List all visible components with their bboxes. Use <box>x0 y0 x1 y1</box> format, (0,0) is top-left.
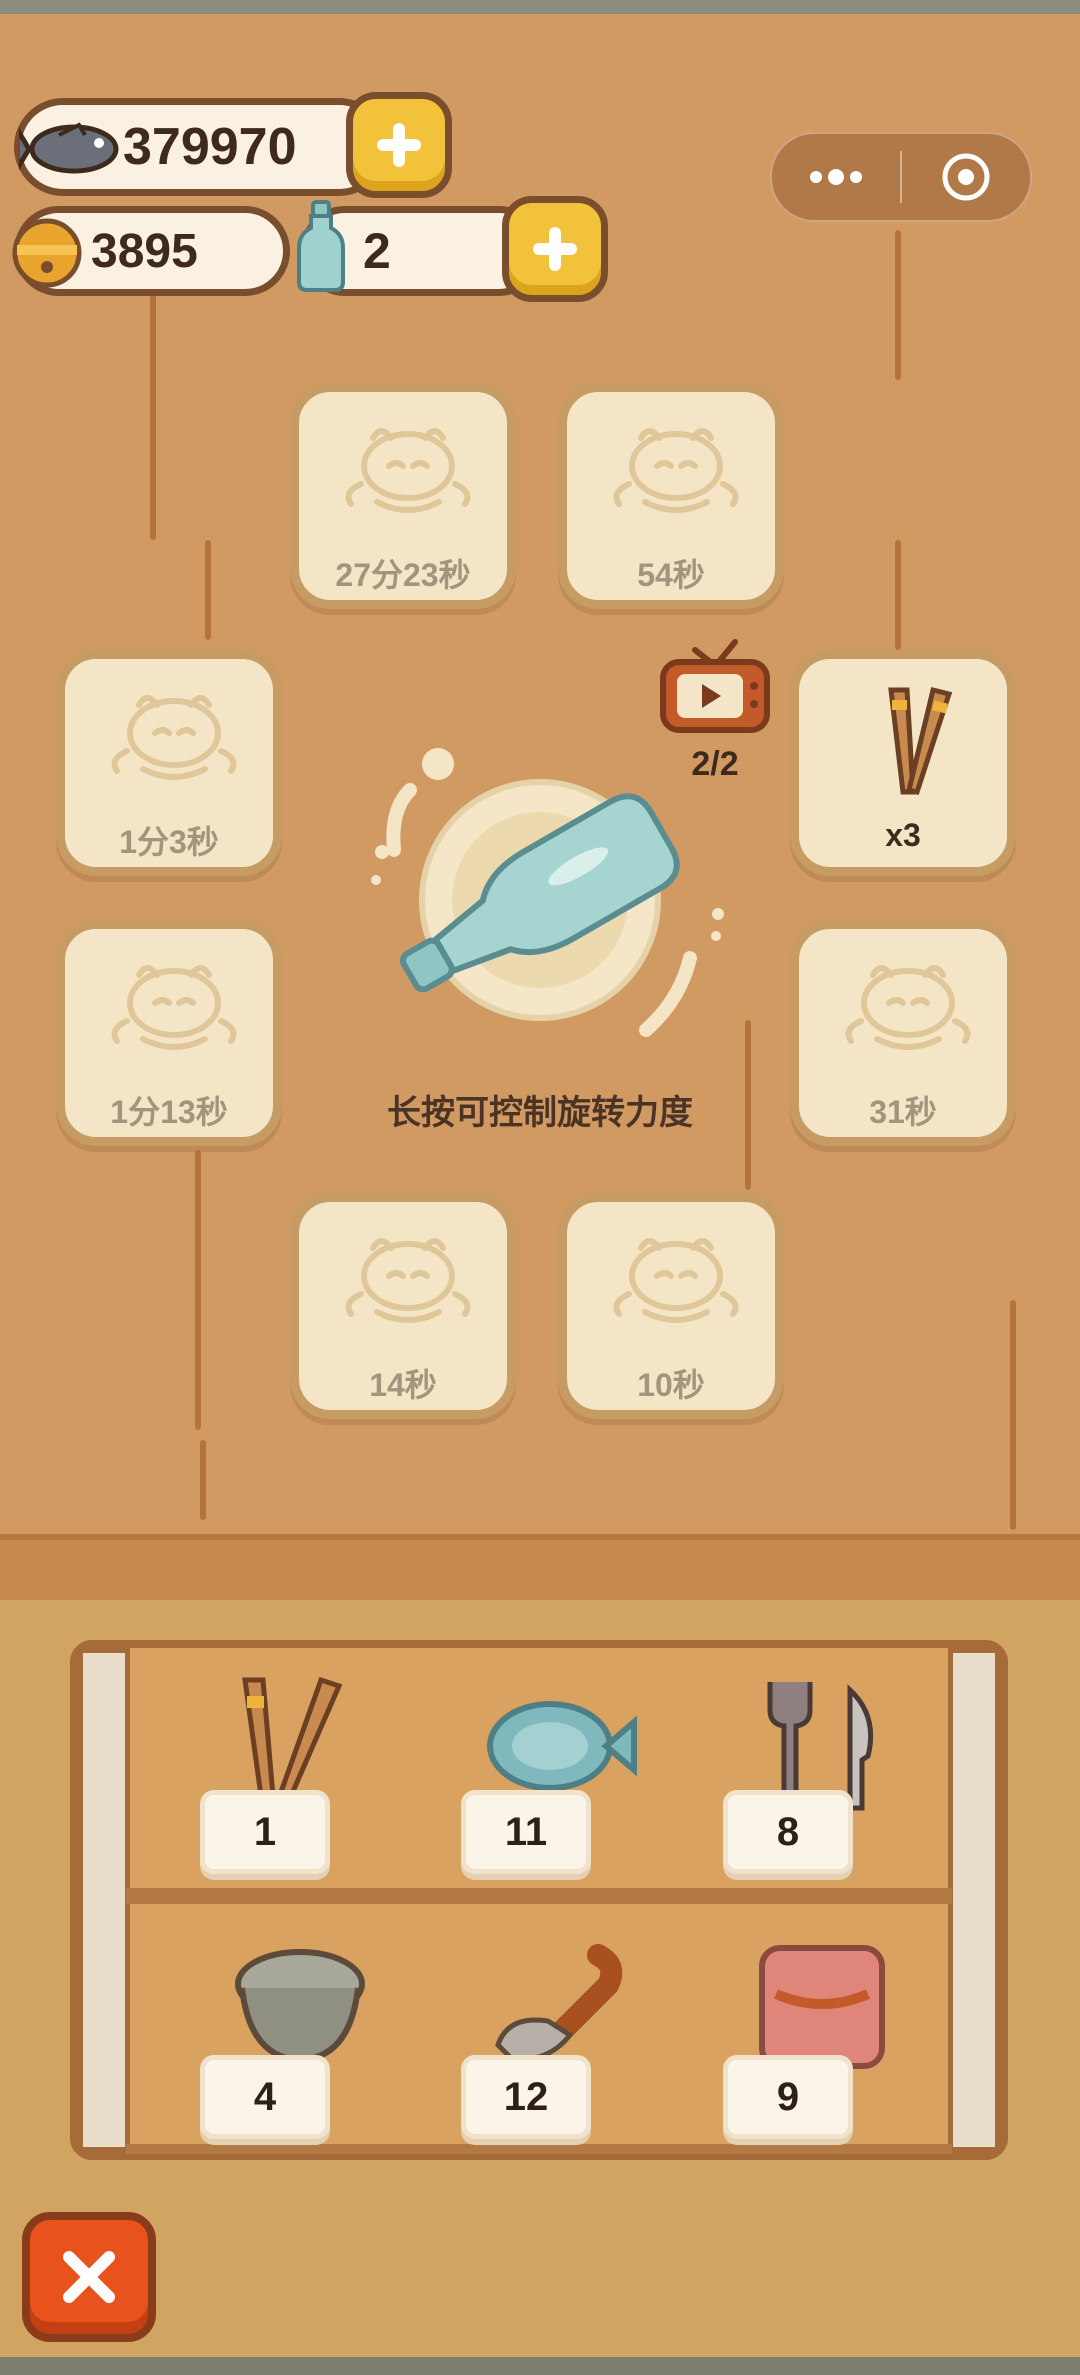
slot-timer: 54秒 <box>637 557 705 593</box>
item-count-tag[interactable]: 9 <box>723 2055 853 2139</box>
locked-cat-icon <box>111 695 237 780</box>
shelf-board <box>126 1888 952 1904</box>
item-count-tag[interactable]: 11 <box>461 1790 591 1874</box>
table-edge <box>0 1534 1080 1608</box>
bottle-value: 2 <box>363 223 391 279</box>
spin-hint: 长按可控制旋转力度 <box>387 1094 693 1132</box>
slot-top-right[interactable]: 54秒 <box>558 383 784 609</box>
close-miniprogram-button[interactable] <box>902 134 1030 220</box>
chopsticks-icon <box>888 686 953 795</box>
item-count-tag[interactable]: 8 <box>723 1790 853 1874</box>
target-circle-icon <box>942 153 990 201</box>
ladle-icon <box>495 1944 623 2062</box>
slot-mid-left-2[interactable]: 1分13秒 <box>56 920 282 1146</box>
fish-currency: 379970 <box>14 98 388 196</box>
more-dots-icon <box>810 169 862 185</box>
locked-cat-icon <box>613 428 739 513</box>
miniprogram-capsule <box>770 132 1032 222</box>
add-bottle-button[interactable] <box>502 196 608 302</box>
close-button[interactable] <box>22 2212 156 2342</box>
slot-timer: 1分13秒 <box>110 1094 228 1130</box>
watch-ad-button[interactable] <box>655 630 775 740</box>
bottle-icon <box>297 200 345 292</box>
slot-timer: 31秒 <box>869 1094 937 1130</box>
bell-coin-icon <box>12 218 82 288</box>
slot-timer: 27分23秒 <box>335 557 471 593</box>
fish-value: 379970 <box>123 118 297 176</box>
reward-count: x3 <box>885 817 921 853</box>
bottom-strip <box>0 2357 1080 2375</box>
locked-cat-icon <box>345 428 471 513</box>
close-icon <box>63 2251 115 2303</box>
locked-cat-icon <box>111 965 237 1050</box>
item-count-tag[interactable]: 4 <box>200 2055 330 2139</box>
slot-bottom-left[interactable]: 14秒 <box>290 1193 516 1419</box>
item-count-tag[interactable]: 1 <box>200 1790 330 1874</box>
slot-mid-right-2[interactable]: 31秒 <box>790 920 1016 1146</box>
more-menu-button[interactable] <box>772 134 900 220</box>
fish-plate-icon <box>487 1701 637 1791</box>
slot-mid-right-1[interactable]: x3 <box>790 650 1016 876</box>
bell-value: 3895 <box>91 224 198 278</box>
shelf-board <box>126 2144 952 2154</box>
slot-top-left[interactable]: 27分23秒 <box>290 383 516 609</box>
slot-timer: 1分3秒 <box>119 824 219 860</box>
locked-cat-icon <box>845 965 971 1050</box>
bell-currency: 3895 <box>12 206 290 296</box>
status-strip <box>0 0 1080 14</box>
slot-timer: 14秒 <box>369 1367 437 1403</box>
chopsticks-icon <box>242 1676 343 1800</box>
tv-icon <box>660 639 770 733</box>
spin-bottle[interactable] <box>350 740 750 1070</box>
bowl-icon <box>235 1949 365 2064</box>
slot-timer: 10秒 <box>637 1367 705 1403</box>
add-fish-button[interactable] <box>346 92 452 198</box>
shelf-right-glass <box>948 1648 1000 2152</box>
item-count-tag[interactable]: 12 <box>461 2055 591 2139</box>
shelf-left-glass <box>78 1648 130 2152</box>
locked-cat-icon <box>613 1238 739 1323</box>
slot-bottom-right[interactable]: 10秒 <box>558 1193 784 1419</box>
slot-mid-left-1[interactable]: 1分3秒 <box>56 650 282 876</box>
locked-cat-icon <box>345 1238 471 1323</box>
fish-icon <box>19 122 119 174</box>
